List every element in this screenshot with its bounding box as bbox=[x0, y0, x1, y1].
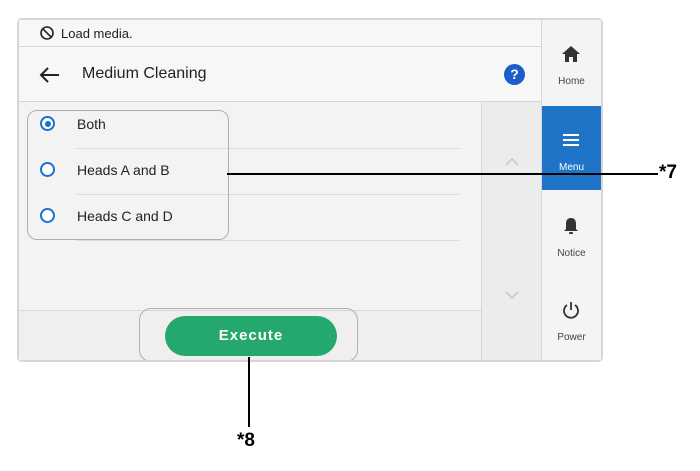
chevron-up-icon[interactable] bbox=[504, 157, 520, 167]
sidebar-item-power[interactable]: Power bbox=[542, 276, 601, 360]
status-bar: Load media. bbox=[19, 20, 541, 47]
callout-8-line bbox=[248, 357, 250, 427]
callout-7-label: *7 bbox=[659, 162, 677, 183]
chevron-down-icon[interactable] bbox=[504, 290, 520, 300]
title-bar: Medium Cleaning ? bbox=[19, 47, 541, 102]
sidebar: Home Menu Notice Power bbox=[542, 20, 601, 360]
action-footer: Execute bbox=[19, 308, 481, 360]
options-callout-outline bbox=[27, 110, 229, 240]
sidebar-item-home[interactable]: Home bbox=[542, 20, 601, 104]
sidebar-item-menu[interactable]: Menu bbox=[542, 106, 601, 190]
callout-8-label: *8 bbox=[237, 430, 255, 451]
help-button[interactable]: ? bbox=[504, 64, 525, 85]
status-message: Load media. bbox=[61, 25, 133, 41]
sidebar-item-label: Power bbox=[557, 332, 586, 343]
power-icon bbox=[563, 302, 579, 319]
sidebar-item-label: Home bbox=[558, 76, 585, 87]
no-entry-icon bbox=[40, 26, 54, 40]
sidebar-item-label: Menu bbox=[558, 162, 584, 173]
sidebar-item-label: Notice bbox=[557, 248, 586, 259]
page-title: Medium Cleaning bbox=[82, 65, 207, 82]
back-arrow-icon[interactable] bbox=[38, 63, 62, 87]
bell-icon bbox=[564, 218, 578, 234]
divider bbox=[76, 240, 460, 241]
scroll-bar[interactable] bbox=[481, 102, 541, 360]
home-icon bbox=[562, 46, 580, 62]
menu-icon bbox=[563, 134, 579, 146]
execute-button[interactable]: Execute bbox=[165, 316, 337, 356]
callout-7-line bbox=[227, 173, 658, 175]
main-panel: Load media. Medium Cleaning ? Both Heads… bbox=[19, 20, 541, 360]
device-screen: Load media. Medium Cleaning ? Both Heads… bbox=[17, 18, 603, 362]
sidebar-item-notice[interactable]: Notice bbox=[542, 192, 601, 276]
